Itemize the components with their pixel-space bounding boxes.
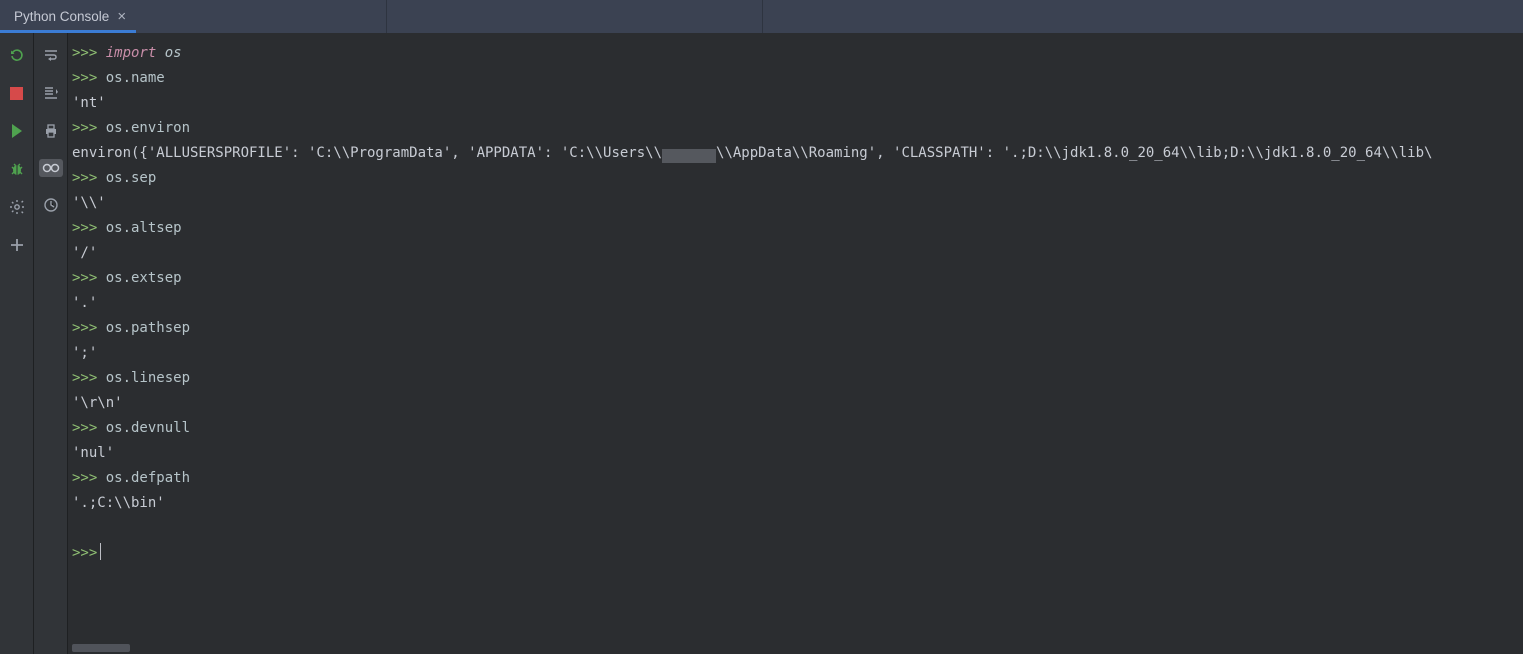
- show-variables-button[interactable]: [39, 159, 63, 177]
- rerun-button[interactable]: [7, 45, 27, 65]
- text-cursor: [100, 543, 101, 560]
- console-line: '.': [72, 291, 1523, 316]
- console-line: >>> os.name: [72, 66, 1523, 91]
- settings-button[interactable]: [7, 197, 27, 217]
- scroll-to-end-button[interactable]: [41, 83, 61, 103]
- python-console[interactable]: >>> import os>>> os.name'nt'>>> os.envir…: [68, 33, 1523, 643]
- console-wrap: >>> import os>>> os.name'nt'>>> os.envir…: [68, 33, 1523, 654]
- console-line: environ({'ALLUSERSPROFILE': 'C:\\Program…: [72, 141, 1523, 166]
- tab-title: Python Console: [14, 9, 109, 24]
- add-icon: [10, 238, 24, 252]
- console-line: >>>: [72, 541, 1523, 566]
- stop-button[interactable]: [7, 83, 27, 103]
- print-button[interactable]: [41, 121, 61, 141]
- history-button[interactable]: [41, 195, 61, 215]
- new-console-button[interactable]: [7, 235, 27, 255]
- show-vars-icon: [42, 162, 60, 174]
- console-line: >>> import os: [72, 41, 1523, 66]
- horizontal-scrollbar[interactable]: [68, 643, 1523, 654]
- tabbar-right-region: [387, 0, 762, 33]
- console-line: 'nt': [72, 91, 1523, 116]
- close-tab-icon[interactable]: ×: [117, 9, 126, 24]
- console-line: >>> os.pathsep: [72, 316, 1523, 341]
- console-line: '/': [72, 241, 1523, 266]
- tab-python-console[interactable]: Python Console ×: [0, 0, 136, 33]
- redacted-username: [662, 149, 716, 163]
- console-line: 'nul': [72, 441, 1523, 466]
- run-button[interactable]: [7, 121, 27, 141]
- debug-button[interactable]: [7, 159, 27, 179]
- console-line: '.;C:\\bin': [72, 491, 1523, 516]
- debug-icon: [9, 161, 25, 177]
- soft-wrap-button[interactable]: [41, 45, 61, 65]
- print-icon: [43, 123, 59, 139]
- console-line: >>> os.environ: [72, 116, 1523, 141]
- console-line: '\\': [72, 191, 1523, 216]
- console-line: >>> os.sep: [72, 166, 1523, 191]
- console-toolbar-left: [0, 33, 34, 654]
- console-line: >>> os.extsep: [72, 266, 1523, 291]
- stop-icon: [10, 87, 23, 100]
- history-icon: [43, 197, 59, 213]
- scrollbar-thumb[interactable]: [72, 644, 130, 652]
- rerun-icon: [9, 47, 25, 63]
- run-icon: [10, 124, 24, 138]
- console-line: >>> os.linesep: [72, 366, 1523, 391]
- soft-wrap-icon: [43, 47, 59, 63]
- console-line: [72, 516, 1523, 541]
- tabbar-spacer: [136, 0, 386, 33]
- console-toolbar-right: [34, 33, 68, 654]
- tool-window-tabbar: Python Console ×: [0, 0, 1523, 33]
- console-line: >>> os.defpath: [72, 466, 1523, 491]
- settings-icon: [9, 199, 25, 215]
- console-line: ';': [72, 341, 1523, 366]
- console-line: '\r\n': [72, 391, 1523, 416]
- scroll-to-end-icon: [43, 85, 59, 101]
- main-row: >>> import os>>> os.name'nt'>>> os.envir…: [0, 33, 1523, 654]
- console-line: >>> os.devnull: [72, 416, 1523, 441]
- console-line: >>> os.altsep: [72, 216, 1523, 241]
- tabbar-far-right-region: [763, 0, 1523, 33]
